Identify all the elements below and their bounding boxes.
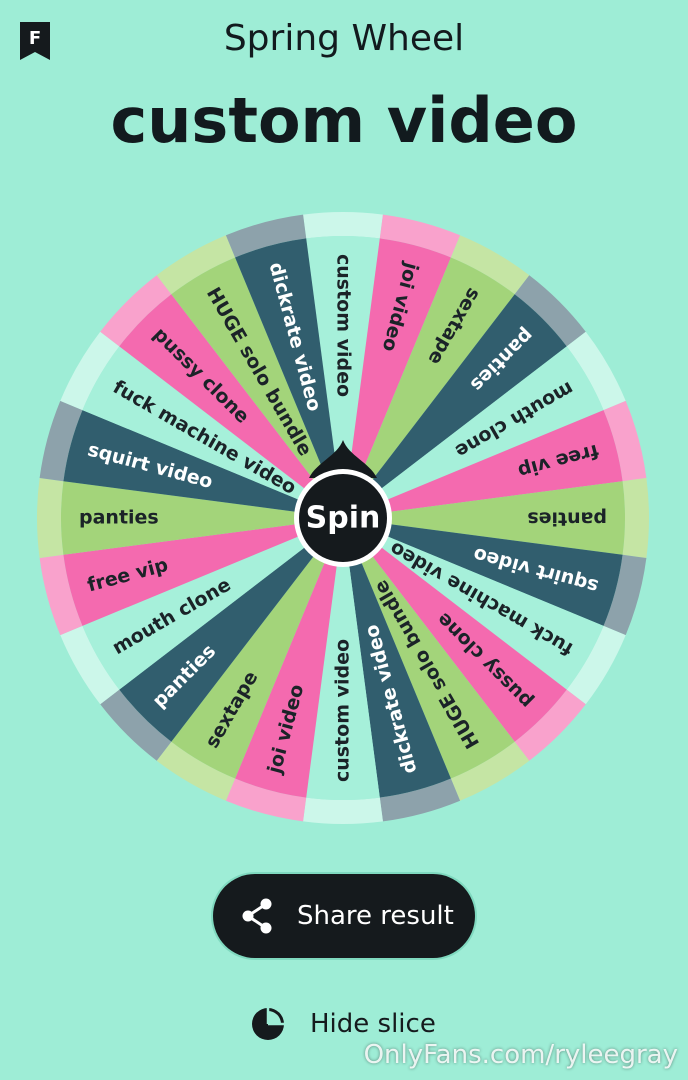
wheel-segment-rim [37, 478, 64, 558]
watermark-text: OnlyFans.com/ryleegray [363, 1040, 678, 1070]
spin-button-label: Spin [306, 501, 381, 536]
hide-slice-button[interactable]: Hide slice [250, 1004, 436, 1044]
wheel-segment-rim [303, 212, 383, 239]
wheel-segment-label: custom video [332, 639, 354, 782]
hide-slice-label: Hide slice [310, 1009, 436, 1039]
share-result-button[interactable]: Share result [213, 874, 475, 958]
result-text: custom video [110, 84, 578, 157]
app-title: Spring Wheel [223, 18, 465, 59]
wheel-segment-label: custom video [333, 254, 355, 397]
wheel-segment-label: panties [79, 507, 159, 529]
pie-chart-icon [252, 1008, 284, 1040]
share-icon [242, 898, 272, 934]
wheel-segment-label: panties [527, 508, 607, 530]
share-result-label: Share result [297, 901, 454, 931]
wheel-segment-rim [303, 797, 383, 824]
wheel-segment-rim [622, 478, 650, 558]
